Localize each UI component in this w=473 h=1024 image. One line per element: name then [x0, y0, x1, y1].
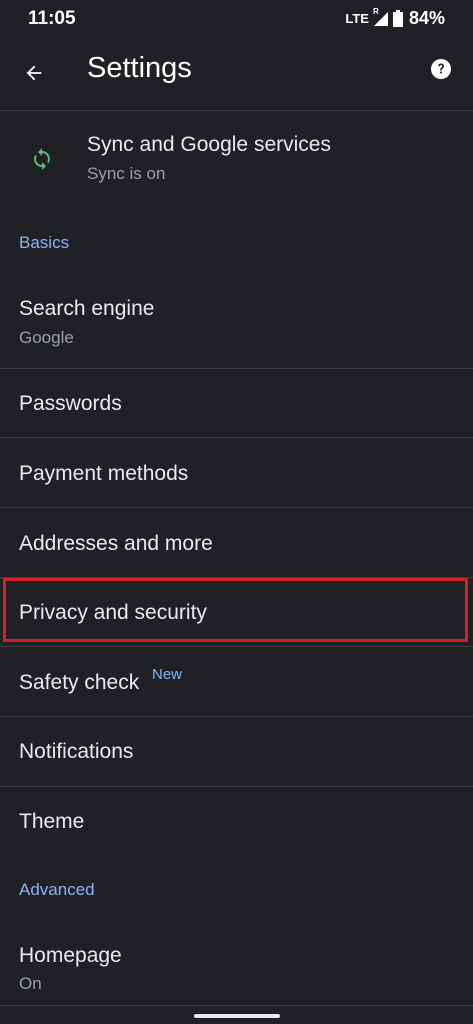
- item-title: Safety check: [19, 671, 140, 694]
- search-engine-item[interactable]: Search engine Google: [0, 278, 473, 368]
- status-bar: 11:05 LTE R 84%: [0, 0, 473, 40]
- home-gesture-handle[interactable]: [194, 1014, 280, 1018]
- help-icon: [431, 59, 451, 79]
- notifications-item[interactable]: Notifications: [0, 717, 473, 786]
- homepage-item[interactable]: Homepage On: [0, 924, 473, 1004]
- section-header-advanced: Advanced: [19, 880, 95, 899]
- item-title: Homepage: [19, 944, 122, 967]
- arrow-back-icon: [26, 65, 42, 81]
- item-title: Payment methods: [19, 462, 189, 485]
- navigation-bar: [0, 1005, 473, 1024]
- sync-title: Sync and Google services: [87, 133, 331, 156]
- highlight-box: [3, 578, 468, 642]
- status-time: 11:05: [28, 8, 76, 29]
- item-subtitle: Google: [19, 328, 74, 347]
- signal-icon: R: [373, 7, 389, 27]
- help-button[interactable]: [427, 55, 455, 83]
- addresses-item[interactable]: Addresses and more: [0, 508, 473, 577]
- item-title: Notifications: [19, 740, 134, 763]
- item-title: Addresses and more: [19, 532, 213, 555]
- sync-subtitle: Sync is on: [87, 164, 166, 183]
- new-badge: New: [152, 666, 183, 683]
- payment-methods-item[interactable]: Payment methods: [0, 438, 473, 507]
- section-header-basics: Basics: [19, 233, 70, 252]
- passwords-item[interactable]: Passwords: [0, 369, 473, 437]
- sync-icon: [34, 148, 50, 170]
- status-icons: LTE R 84%: [345, 7, 445, 29]
- item-title: Passwords: [19, 392, 122, 415]
- sync-settings-item[interactable]: Sync and Google services Sync is on: [0, 111, 473, 207]
- page-title: Settings: [87, 52, 192, 84]
- theme-item[interactable]: Theme: [0, 787, 473, 855]
- item-subtitle: On: [19, 974, 42, 993]
- item-title: Search engine: [19, 297, 155, 320]
- back-button[interactable]: [14, 53, 54, 93]
- battery-icon: [392, 10, 403, 27]
- safety-check-item[interactable]: Safety check New: [0, 647, 473, 716]
- network-type: LTE: [345, 11, 369, 26]
- battery-percent: 84%: [408, 8, 445, 28]
- item-title: Theme: [19, 810, 85, 833]
- app-bar: Settings: [0, 40, 473, 111]
